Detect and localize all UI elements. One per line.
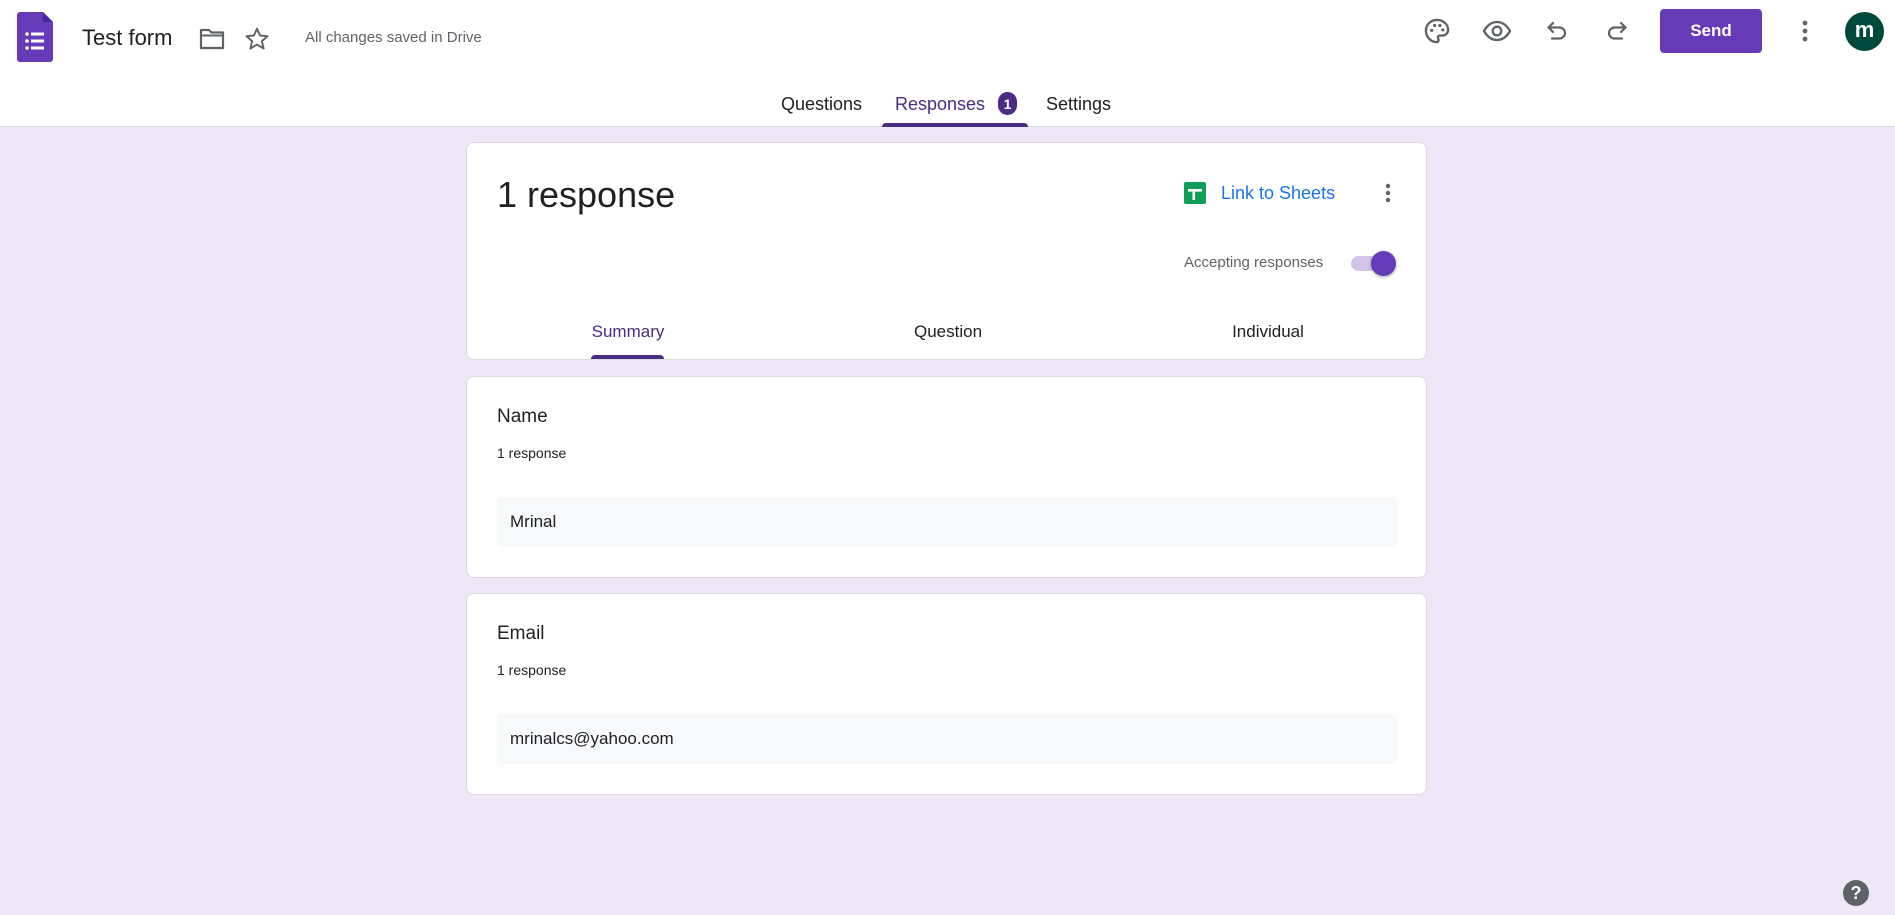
question-card-email: Email 1 response mrinalcs@yahoo.com [466,593,1427,795]
active-tab-indicator [882,123,1028,127]
google-sheets-icon[interactable] [1184,182,1206,204]
question-response-count: 1 response [497,445,567,461]
app-header: Test form All changes saved in Drive Sen… [0,0,1895,127]
question-card-name: Name 1 response Mrinal [466,376,1427,578]
responses-summary-card: 1 response Link to Sheets Accepting resp… [466,142,1427,360]
star-icon[interactable] [237,19,277,59]
help-icon[interactable]: ? [1843,880,1869,906]
send-button[interactable]: Send [1660,9,1762,53]
accepting-responses-toggle[interactable] [1351,250,1399,278]
accepting-responses-label: Accepting responses [1184,254,1324,271]
link-to-sheets-button[interactable]: Link to Sheets [1221,182,1335,204]
more-vert-icon[interactable] [1785,11,1825,51]
toggle-knob [1371,251,1396,276]
eye-icon[interactable] [1477,11,1517,51]
google-forms-icon[interactable] [17,12,53,62]
question-title: Email [497,623,545,644]
question-response-count: 1 response [497,662,567,678]
answer-item: mrinalcs@yahoo.com [497,714,1397,764]
tab-questions[interactable]: Questions [781,92,862,116]
response-count-heading: 1 response [497,174,676,215]
more-vert-icon[interactable] [1368,173,1408,213]
palette-icon[interactable] [1417,11,1457,51]
tab-individual[interactable]: Individual [1232,321,1304,343]
tab-settings[interactable]: Settings [1046,92,1111,116]
save-status: All changes saved in Drive [305,29,482,46]
form-title[interactable]: Test form [82,24,172,52]
undo-icon[interactable] [1537,11,1577,51]
tab-summary[interactable]: Summary [592,321,665,343]
folder-icon[interactable] [192,19,232,59]
tab-responses[interactable]: Responses [895,92,985,116]
tab-question[interactable]: Question [914,321,982,343]
responses-count-badge: 1 [998,92,1017,115]
account-avatar[interactable]: m [1845,12,1884,51]
active-subtab-indicator [591,355,664,359]
redo-icon[interactable] [1597,11,1637,51]
question-title: Name [497,406,548,427]
answer-item: Mrinal [497,497,1397,547]
